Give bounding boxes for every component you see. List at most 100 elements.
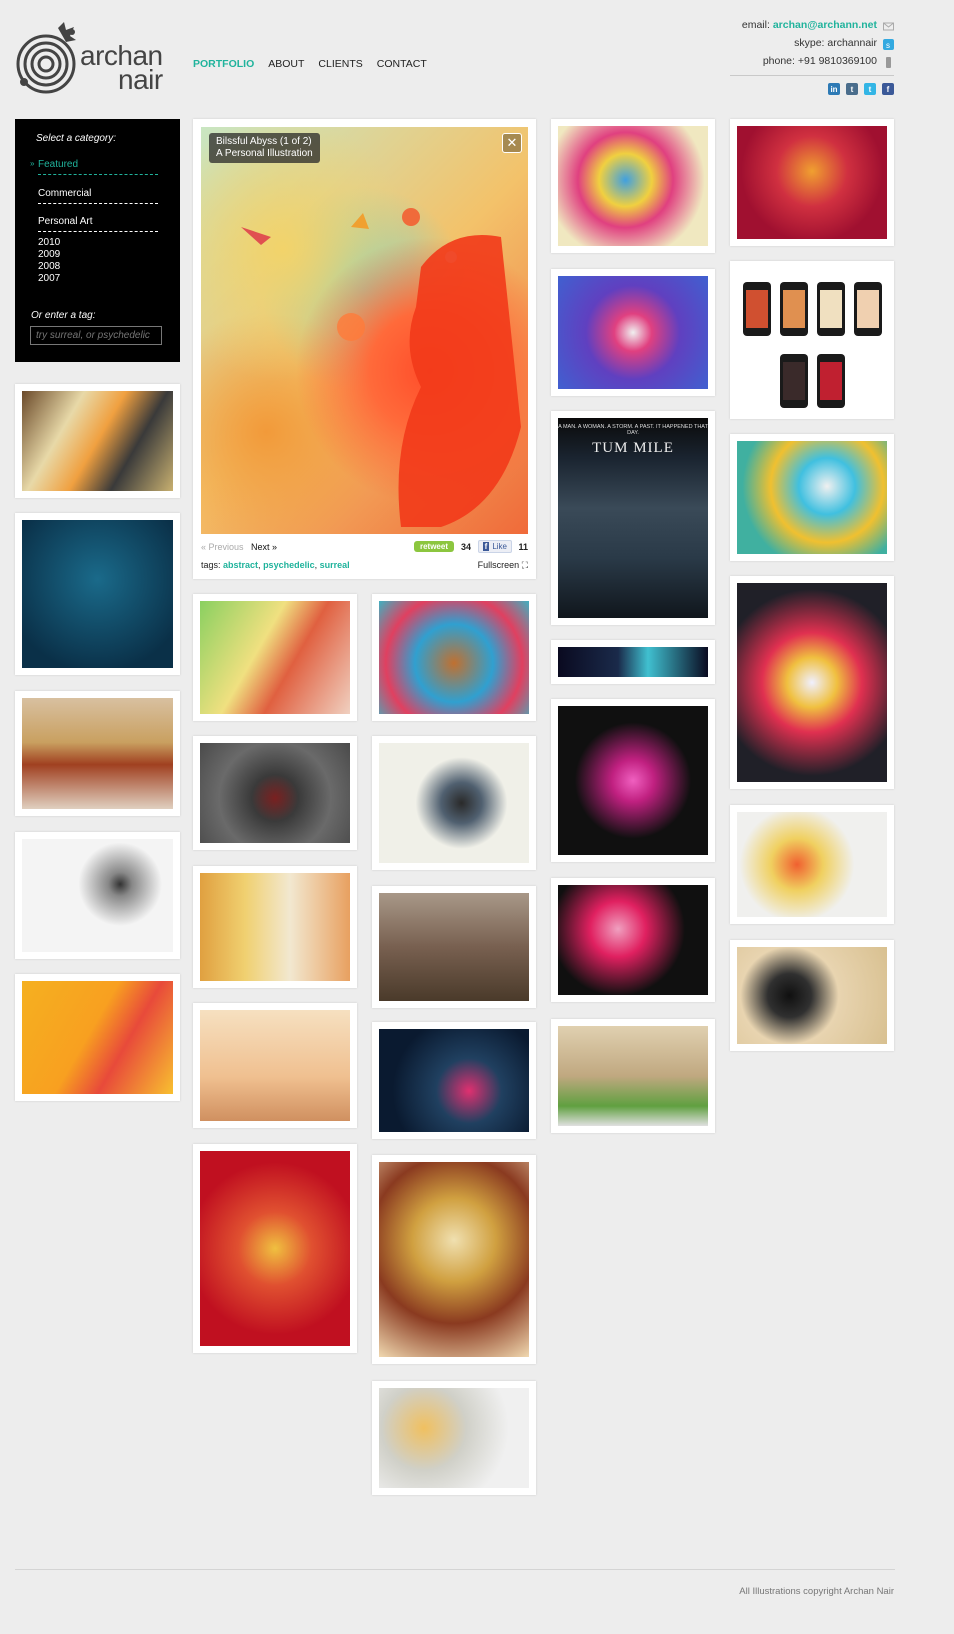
previous-link[interactable]: « Previous <box>201 542 244 552</box>
portfolio-tile[interactable] <box>15 691 180 816</box>
artwork-image <box>200 743 350 843</box>
portfolio-tile[interactable] <box>15 384 180 498</box>
fullscreen-button[interactable]: Fullscreen ⛶ <box>478 560 528 571</box>
category-commercial[interactable]: Commercial <box>38 188 158 204</box>
tag-search-input[interactable] <box>30 326 162 345</box>
portfolio-tile[interactable] <box>372 1381 536 1495</box>
app-screens-image <box>737 268 887 412</box>
fullscreen-label: Fullscreen <box>477 560 520 570</box>
tags-label: tags: <box>201 560 221 570</box>
portfolio-tile[interactable] <box>730 119 894 246</box>
portfolio-tile[interactable] <box>372 886 536 1008</box>
portfolio-tile[interactable] <box>551 119 715 253</box>
portfolio-tile[interactable] <box>551 269 715 396</box>
nav-clients[interactable]: CLIENTS <box>318 58 362 70</box>
phone-text: phone: +91 9810369100 <box>762 55 877 67</box>
artwork-image <box>22 981 173 1094</box>
artwork-title: Bilssful Abyss (1 of 2) <box>216 136 312 147</box>
portfolio-tile[interactable] <box>372 594 536 721</box>
portfolio-tile[interactable] <box>193 594 357 721</box>
portfolio-tile[interactable] <box>551 1019 715 1133</box>
facebook-like-button[interactable]: f Like <box>477 540 512 553</box>
skype-text: skype: archannair <box>794 37 877 49</box>
next-link[interactable]: Next » <box>251 542 277 552</box>
portfolio-tile[interactable] <box>730 434 894 561</box>
portfolio-tile[interactable] <box>15 513 180 675</box>
portfolio-tile[interactable] <box>551 640 715 684</box>
social-links: in t t f <box>828 83 894 95</box>
retweet-button[interactable]: retweet <box>413 541 454 552</box>
logo-text: archan nair <box>80 40 163 95</box>
main-nav: PORTFOLIO ABOUT CLIENTS CONTACT <box>193 58 427 70</box>
linkedin-icon[interactable]: in <box>828 83 840 95</box>
year-2008[interactable]: 2008 <box>38 261 60 272</box>
artwork-image <box>379 1162 529 1357</box>
portfolio-tile[interactable] <box>193 1144 357 1353</box>
category-personal-art[interactable]: Personal Art <box>38 216 158 232</box>
nav-contact[interactable]: CONTACT <box>377 58 427 70</box>
nav-portfolio[interactable]: PORTFOLIO <box>193 58 254 70</box>
portfolio-tile[interactable] <box>193 1003 357 1128</box>
logo[interactable]: archan nair <box>14 18 174 98</box>
artwork-image <box>558 706 708 855</box>
year-2010[interactable]: 2010 <box>38 237 60 248</box>
artwork-image <box>200 1010 350 1121</box>
artwork-image <box>558 885 708 995</box>
tag-link[interactable]: surreal <box>320 560 350 570</box>
phone-icon <box>883 56 894 68</box>
app-screens-tile[interactable] <box>730 261 894 419</box>
portfolio-tile[interactable] <box>372 1155 536 1364</box>
year-2009[interactable]: 2009 <box>38 249 60 260</box>
like-label: Like <box>492 542 507 551</box>
footer-divider <box>15 1569 895 1570</box>
tag-link[interactable]: abstract <box>223 560 258 570</box>
portfolio-tile[interactable] <box>15 974 180 1101</box>
portfolio-tile[interactable] <box>730 940 894 1051</box>
retweet-count: 34 <box>460 542 471 552</box>
poster-tagline: A MAN. A WOMAN. A STORM. A PAST. IT HAPP… <box>558 424 708 436</box>
facebook-icon[interactable]: f <box>882 83 894 95</box>
artwork-image <box>737 126 887 239</box>
artwork-image <box>558 276 708 389</box>
tumblr-icon[interactable]: t <box>846 83 858 95</box>
year-2007[interactable]: 2007 <box>38 273 60 284</box>
portfolio-tile[interactable] <box>15 832 180 959</box>
tag-link[interactable]: psychedelic <box>263 560 315 570</box>
portfolio-tile[interactable] <box>193 866 357 988</box>
portfolio-tile[interactable] <box>193 736 357 850</box>
artwork-image <box>22 520 173 668</box>
email-link[interactable]: archan@archann.net <box>773 19 877 31</box>
category-panel: Select a category: » Featured Commercial… <box>15 119 180 362</box>
viewer-controls: « Previous Next » retweet 34 f Like 11 <box>201 540 528 554</box>
movie-poster-tile[interactable]: A MAN. A WOMAN. A STORM. A PAST. IT HAPP… <box>551 411 715 625</box>
featured-artwork-viewer: Bilssful Abyss (1 of 2) A Personal Illus… <box>193 119 536 579</box>
portfolio-tile[interactable] <box>372 1022 536 1139</box>
artwork-image <box>379 743 529 863</box>
artwork-image <box>737 583 887 782</box>
close-icon[interactable]: ✕ <box>502 133 522 153</box>
tag-label: Or enter a tag: <box>31 310 96 321</box>
portfolio-tile[interactable] <box>730 805 894 924</box>
artwork-image <box>22 391 173 491</box>
twitter-icon[interactable]: t <box>864 83 876 95</box>
portfolio-tile[interactable] <box>551 878 715 1002</box>
featured-artwork-image[interactable] <box>201 127 528 534</box>
portfolio-tile[interactable] <box>372 736 536 870</box>
artwork-image <box>558 647 708 677</box>
portfolio-tile[interactable] <box>730 576 894 789</box>
portfolio-tile[interactable] <box>551 699 715 862</box>
category-featured[interactable]: Featured <box>38 159 158 175</box>
artwork-caption: Bilssful Abyss (1 of 2) A Personal Illus… <box>209 133 320 163</box>
artwork-image <box>200 601 350 714</box>
artwork-image <box>737 947 887 1044</box>
artwork-image <box>379 1029 529 1132</box>
artwork-image <box>379 1388 529 1488</box>
artwork-image <box>379 893 529 1001</box>
artwork-subtitle: A Personal Illustration <box>216 148 313 159</box>
poster-title: TUM MILE <box>592 440 674 456</box>
skype-icon: s <box>883 38 894 50</box>
artwork-image <box>558 1026 708 1126</box>
nav-about[interactable]: ABOUT <box>268 58 304 70</box>
svg-text:s: s <box>886 41 890 50</box>
artwork-image <box>200 873 350 981</box>
